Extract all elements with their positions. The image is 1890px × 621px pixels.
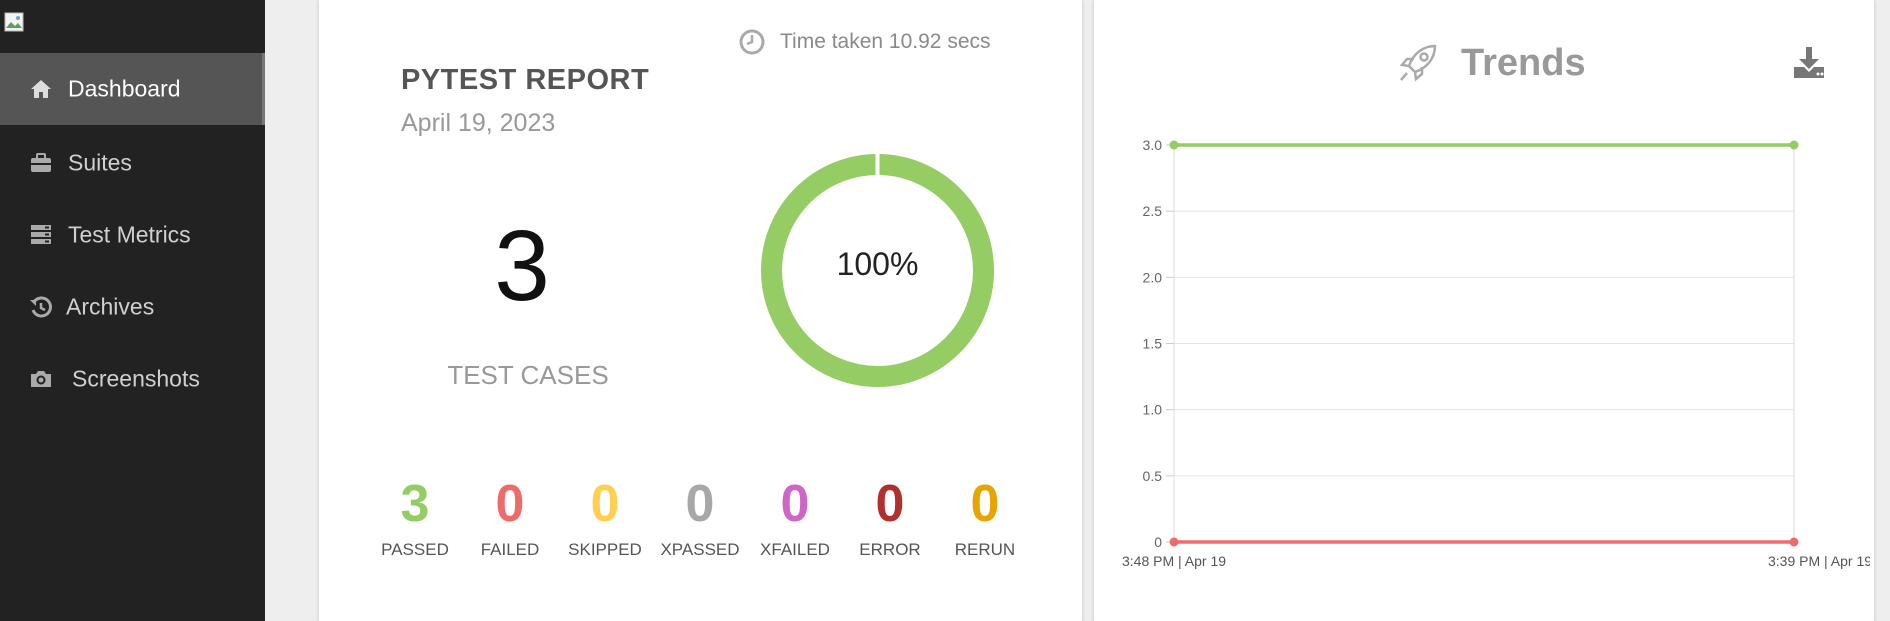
data-point: [1169, 140, 1179, 150]
x-tick-label: 3:48 PM | Apr 19: [1122, 553, 1226, 569]
stat-value: 0: [970, 475, 1000, 533]
y-tick-label: 1.5: [1143, 336, 1163, 352]
stat-xpassed[interactable]: 0 XPASSED: [650, 478, 750, 560]
stat-value: 0: [495, 475, 525, 533]
clock-icon: [739, 29, 765, 55]
briefcase-icon: [31, 153, 51, 172]
sidebar-item-label: Dashboard: [68, 75, 181, 102]
y-tick-label: 2.5: [1143, 203, 1163, 219]
stat-label: RERUN: [954, 540, 1016, 559]
stat-label: FAILED: [480, 540, 540, 559]
download-icon[interactable]: [1791, 45, 1827, 81]
total-tests-count: 3: [494, 210, 550, 322]
total-tests-label: TEST CASES: [447, 360, 609, 390]
time-taken-text: Time taken 10.92 secs: [780, 30, 991, 53]
broken-image-icon: [4, 12, 24, 32]
sidebar-item-label: Archives: [66, 293, 155, 320]
trends-line-chart: 0 0.5 1.0 1.5 2.0 2.5 3.0 3:48 PM | Apr 19 3:39 …: [1122, 137, 1870, 569]
camera-icon: [31, 371, 51, 387]
y-tick-label: 0: [1154, 534, 1162, 550]
report-title: PYTEST REPORT: [401, 64, 650, 96]
stat-xfailed[interactable]: 0 XFAILED: [745, 478, 845, 560]
sidebar-item-test-metrics[interactable]: Test Metrics: [0, 199, 265, 271]
stat-label: SKIPPED: [568, 540, 642, 559]
stat-label: XPASSED: [660, 540, 740, 559]
sidebar-item-label: Screenshots: [72, 365, 200, 392]
stat-label: XFAILED: [760, 540, 830, 559]
sidebar-item-dashboard[interactable]: Dashboard: [0, 53, 265, 125]
server-icon: [31, 225, 51, 244]
stat-passed[interactable]: 3 PASSED: [365, 478, 465, 560]
stat-value: 0: [780, 475, 810, 533]
sidebar-item-label: Suites: [68, 149, 132, 176]
pass-percent-label: 100%: [836, 246, 919, 282]
stat-value: 3: [400, 475, 430, 533]
y-tick-label: 1.0: [1143, 402, 1163, 418]
y-tick-label: 2.0: [1143, 269, 1163, 285]
y-tick-label: 3.0: [1143, 137, 1163, 153]
history-icon: [30, 296, 52, 318]
home-icon: [31, 80, 51, 98]
stat-error[interactable]: 0 ERROR: [840, 478, 940, 560]
trends-header: Trends: [1395, 40, 1586, 86]
stat-value: 0: [875, 475, 905, 533]
x-tick-label: 3:39 PM | Apr 19: [1768, 553, 1870, 569]
stat-value: 0: [590, 475, 620, 533]
report-date: April 19, 2023: [401, 109, 556, 137]
data-point: [1789, 537, 1799, 547]
y-tick-label: 0.5: [1143, 468, 1163, 484]
stat-value: 0: [685, 475, 715, 533]
sidebar-item-screenshots[interactable]: Screenshots: [0, 343, 265, 415]
data-point: [1789, 140, 1799, 150]
sidebar-item-suites[interactable]: Suites: [0, 127, 265, 199]
stat-label: PASSED: [381, 540, 449, 559]
stat-failed[interactable]: 0 FAILED: [460, 478, 560, 560]
trends-title: Trends: [1461, 41, 1586, 84]
stat-rerun[interactable]: 0 RERUN: [935, 478, 1035, 560]
time-taken: Time taken 10.92 secs: [738, 28, 991, 56]
data-point: [1169, 537, 1179, 547]
rocket-icon: [1399, 44, 1437, 82]
sidebar-item-label: Test Metrics: [68, 221, 191, 248]
sidebar-item-archives[interactable]: Archives: [0, 271, 265, 343]
sidebar: Dashboard Suites Test Metrics Archives S…: [0, 0, 265, 621]
stat-label: ERROR: [859, 540, 921, 559]
stat-skipped[interactable]: 0 SKIPPED: [555, 478, 655, 560]
